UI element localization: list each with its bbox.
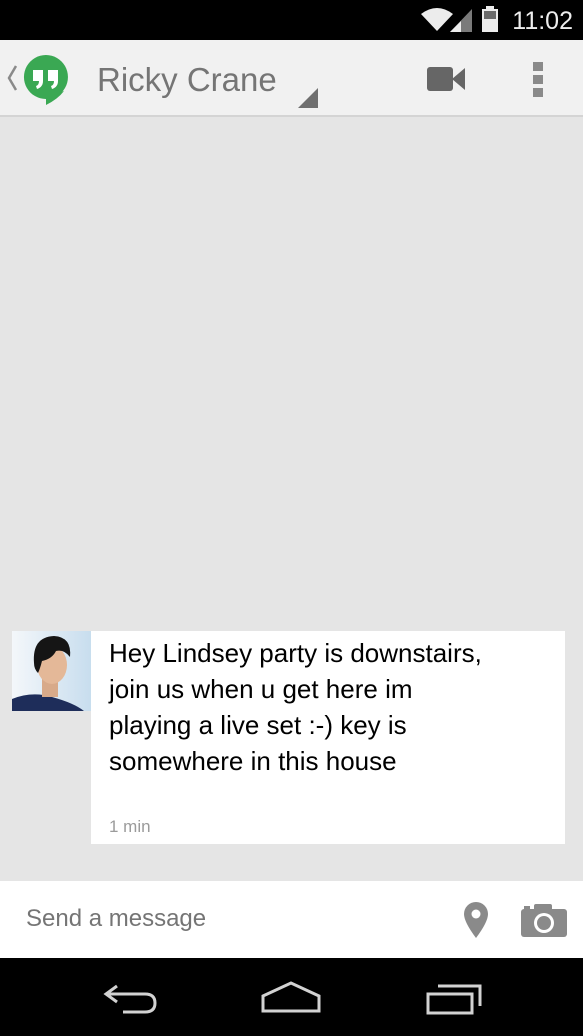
- video-call-icon[interactable]: [427, 66, 465, 92]
- message-bubble[interactable]: Hey Lindsey party is downstairs, join us…: [91, 631, 565, 844]
- back-caret-icon[interactable]: [6, 64, 18, 92]
- avatar[interactable]: [12, 631, 92, 711]
- dropdown-triangle-icon[interactable]: [298, 88, 318, 108]
- action-bar: Ricky Crane: [0, 40, 583, 117]
- battery-icon: [482, 6, 498, 32]
- cell-signal-icon: [450, 9, 472, 32]
- camera-icon[interactable]: [521, 903, 567, 937]
- overflow-menu-icon[interactable]: [532, 61, 544, 97]
- status-time: 11:02: [512, 7, 573, 35]
- contact-name[interactable]: Ricky Crane: [97, 60, 277, 100]
- home-icon[interactable]: [260, 980, 322, 1014]
- message-text: Hey Lindsey party is downstairs, join us…: [109, 638, 482, 776]
- back-icon[interactable]: [101, 982, 159, 1016]
- compose-bar: [0, 881, 583, 958]
- status-bar: 11:02: [0, 0, 583, 40]
- hangouts-logo-icon[interactable]: [22, 53, 70, 105]
- message-timestamp: 1 min: [109, 817, 151, 836]
- navigation-bar: [0, 958, 583, 1036]
- location-icon[interactable]: [463, 901, 489, 939]
- recents-icon[interactable]: [424, 982, 484, 1016]
- message-input[interactable]: [26, 905, 426, 933]
